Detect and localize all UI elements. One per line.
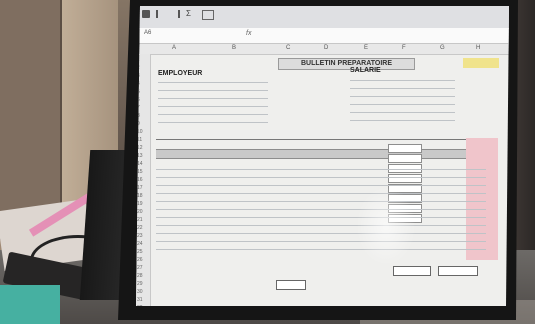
employee-row-line	[350, 120, 455, 121]
grid-line	[156, 177, 486, 178]
grid-line	[156, 169, 486, 170]
employee-row-line	[350, 88, 455, 89]
col-g[interactable]: G	[440, 45, 445, 51]
row-29[interactable]: 29	[137, 281, 143, 287]
employer-row-line	[158, 90, 268, 91]
small-box[interactable]	[276, 280, 306, 290]
screen-glare	[356, 186, 416, 266]
undo-icon[interactable]	[156, 10, 166, 18]
status-cell	[463, 58, 499, 68]
input-cell[interactable]	[388, 144, 422, 153]
row-25[interactable]: 25	[137, 249, 143, 255]
col-c[interactable]: C	[286, 45, 290, 51]
green-object	[0, 285, 60, 324]
grid-line	[156, 241, 486, 242]
row-15[interactable]: 15	[137, 169, 143, 175]
employer-heading: EMPLOYEUR	[158, 70, 203, 77]
grid-line	[156, 217, 486, 218]
grid-line	[156, 249, 486, 250]
row-17[interactable]: 17	[137, 185, 143, 191]
row-19[interactable]: 19	[137, 201, 143, 207]
row-22[interactable]: 22	[137, 225, 143, 231]
row-21[interactable]: 21	[137, 217, 143, 223]
sum-icon[interactable]: Σ	[186, 9, 191, 18]
grid-line	[156, 209, 486, 210]
row-28[interactable]: 28	[137, 273, 143, 279]
grid-line	[156, 185, 486, 186]
row-27[interactable]: 27	[137, 265, 143, 271]
employer-row-line	[158, 114, 268, 115]
save-icon[interactable]	[142, 10, 150, 18]
col-a[interactable]: A	[172, 45, 176, 51]
excel-ribbon: Σ	[136, 6, 509, 29]
redo-icon[interactable]	[170, 10, 180, 18]
col-f[interactable]: F	[402, 45, 406, 51]
row-20[interactable]: 20	[137, 209, 143, 215]
employer-row-line	[158, 98, 268, 99]
grid-line	[156, 201, 486, 202]
row-18[interactable]: 18	[137, 193, 143, 199]
employee-heading: SALARIE	[350, 67, 381, 74]
employee-row-line	[350, 96, 455, 97]
row-30[interactable]: 30	[137, 289, 143, 295]
input-cell[interactable]	[388, 154, 422, 163]
col-d[interactable]: D	[324, 45, 328, 51]
row-26[interactable]: 26	[137, 257, 143, 263]
summary-box[interactable]	[393, 266, 431, 276]
col-e[interactable]: E	[364, 45, 368, 51]
grid-line	[156, 233, 486, 234]
input-cell[interactable]	[388, 174, 422, 183]
section-divider	[156, 139, 486, 140]
employee-row-line	[350, 80, 455, 81]
grid-line	[156, 225, 486, 226]
sheet-title: BULLETIN PREPARATOIRE	[278, 58, 415, 70]
employer-row-line	[158, 106, 268, 107]
row-24[interactable]: 24	[137, 241, 143, 247]
name-box[interactable]: A6	[144, 30, 188, 40]
employee-row-line	[350, 104, 455, 105]
data-section-header	[156, 149, 486, 159]
formula-bar[interactable]	[136, 28, 509, 44]
grid-line	[156, 193, 486, 194]
column-header: A B C D E F G H	[136, 44, 509, 55]
row-16[interactable]: 16	[137, 177, 143, 183]
row-31[interactable]: 31	[137, 297, 143, 303]
spreadsheet-screen: Σ A6 fx A B C D E F G H 1 2 3 4 5 6 7 8 …	[136, 6, 509, 306]
formula-icon: fx	[246, 30, 252, 37]
col-b[interactable]: B	[232, 45, 236, 51]
employer-row-line	[158, 82, 268, 83]
format-icon[interactable]	[202, 10, 214, 20]
col-h[interactable]: H	[476, 45, 480, 51]
employer-row-line	[158, 122, 268, 123]
office-scene: Σ A6 fx A B C D E F G H 1 2 3 4 5 6 7 8 …	[0, 0, 535, 324]
row-32[interactable]: 32	[137, 305, 143, 306]
row-23[interactable]: 23	[137, 233, 143, 239]
summary-box[interactable]	[438, 266, 478, 276]
employee-row-line	[350, 112, 455, 113]
